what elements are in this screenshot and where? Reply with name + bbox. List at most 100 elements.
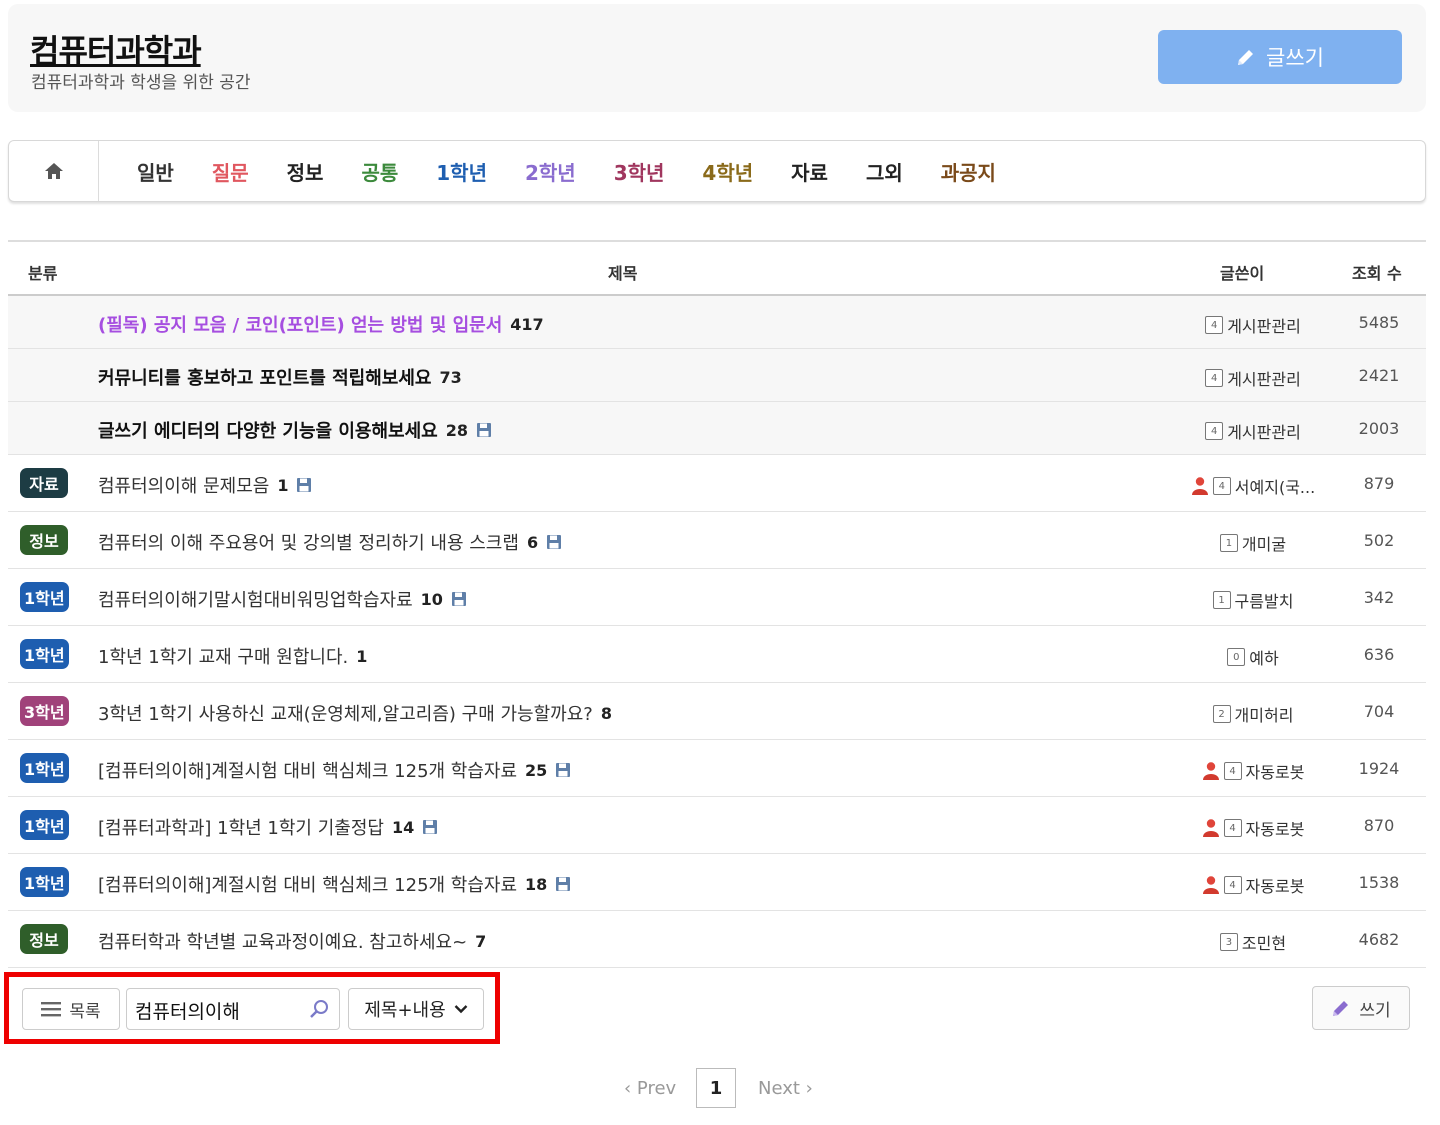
nav-tab[interactable]: 공통 <box>361 157 398 186</box>
table-row[interactable]: 자료 컴퓨터의이해 문제모음 1 4 서예지(국... 879 <box>8 455 1426 512</box>
post-title-link[interactable]: 컴퓨터의이해기말시험대비워밍업학습자료 10 <box>98 586 467 612</box>
post-title-link[interactable]: [컴퓨터과학과] 1학년 1학기 기출정답 14 <box>98 814 438 840</box>
post-title: 커뮤니티를 홍보하고 포인트를 적립해보세요 <box>98 368 432 389</box>
write-post-button[interactable]: 글쓰기 <box>1158 30 1402 84</box>
nav-tab[interactable]: 질문 <box>212 157 249 186</box>
next-page-link[interactable]: Next › <box>758 1078 813 1099</box>
comment-count: 10 <box>420 589 443 609</box>
search-scope-select[interactable]: 제목+내용 <box>348 988 484 1030</box>
category-badge[interactable]: 1학년 <box>20 753 69 783</box>
post-title-link[interactable]: [컴퓨터의이해]계절시험 대비 핵심체크 125개 학습자료 18 <box>98 871 571 897</box>
post-author[interactable]: 4 게시판관리 <box>1168 313 1338 337</box>
nav-tab[interactable]: 그외 <box>866 157 903 186</box>
category-badge[interactable]: 3학년 <box>20 696 69 726</box>
nav-tab[interactable]: 과공지 <box>941 157 996 186</box>
author-name: 자동로봇 <box>1245 820 1305 839</box>
post-author[interactable]: 2 개미허리 <box>1168 702 1338 726</box>
level-icon: 2 <box>1212 705 1231 723</box>
nav-tab[interactable]: 1학년 <box>436 157 487 186</box>
nav-tab[interactable]: 2학년 <box>525 157 576 186</box>
post-author[interactable]: 4 자동로봇 <box>1168 873 1338 897</box>
nav-home-button[interactable] <box>9 141 99 201</box>
category-badge[interactable]: 1학년 <box>20 582 69 612</box>
post-author[interactable]: 0 예하 <box>1168 645 1338 669</box>
post-title-link[interactable]: 글쓰기 에디터의 다양한 기능을 이용해보세요 28 <box>98 417 492 443</box>
post-author[interactable]: 4 서예지(국... <box>1168 474 1338 498</box>
post-title-link[interactable]: 1학년 1학기 교재 구매 원합니다. 1 <box>98 643 367 669</box>
post-title: 글쓰기 에디터의 다양한 기능을 이용해보세요 <box>98 421 438 442</box>
person-icon <box>1202 876 1219 894</box>
post-title-link[interactable]: 3학년 1학기 사용하신 교재(운영체제,알고리즘) 구매 가능할까요? 8 <box>98 700 612 726</box>
post-author[interactable]: 4 게시판관리 <box>1168 419 1338 443</box>
post-author[interactable]: 1 개미굴 <box>1168 531 1338 555</box>
nav-tab[interactable]: 일반 <box>137 157 174 186</box>
level-icon: 4 <box>1223 819 1242 837</box>
post-title-link[interactable]: (필독) 공지 모음 / 코인(포인트) 얻는 방법 및 입문서 417 <box>98 311 544 337</box>
comment-count: 25 <box>525 760 548 780</box>
post-author[interactable]: 3 조민현 <box>1168 930 1338 954</box>
comment-count: 1 <box>277 475 289 495</box>
page-number-current[interactable]: 1 <box>696 1068 736 1108</box>
level-icon: 1 <box>1219 534 1238 552</box>
view-count: 879 <box>1363 474 1395 493</box>
post-title: 컴퓨터학과 학년별 교육과정이예요. 참고하세요~ <box>98 932 468 953</box>
post-title: [컴퓨터과학과] 1학년 1학기 기출정답 <box>98 818 384 839</box>
nav-tab[interactable]: 정보 <box>287 157 324 186</box>
write-button[interactable]: 쓰기 <box>1312 986 1410 1030</box>
board-subtitle: 컴퓨터과학과 학생을 위한 공간 <box>31 73 251 93</box>
prev-page-link[interactable]: ‹ Prev <box>624 1078 676 1099</box>
list-button-label: 목록 <box>69 1001 101 1022</box>
pencil-icon <box>1238 50 1254 65</box>
header-category: 분류 <box>28 264 58 283</box>
post-author[interactable]: 4 자동로봇 <box>1168 816 1338 840</box>
notice-row[interactable]: 글쓰기 에디터의 다양한 기능을 이용해보세요 28 4 게시판관리 2003 <box>8 402 1426 455</box>
board-title[interactable]: 컴퓨터과학과 <box>30 26 202 72</box>
comment-count: 417 <box>510 314 544 334</box>
header-title: 제목 <box>608 264 638 283</box>
category-badge[interactable]: 1학년 <box>20 810 69 840</box>
table-row[interactable]: 1학년 [컴퓨터의이해]계절시험 대비 핵심체크 125개 학습자료 18 4 자동로봇… <box>8 854 1426 911</box>
post-author[interactable]: 4 자동로봇 <box>1168 759 1338 783</box>
notice-row[interactable]: 커뮤니티를 홍보하고 포인트를 적립해보세요 73 4 게시판관리 2421 <box>8 349 1426 402</box>
post-author[interactable]: 4 게시판관리 <box>1168 366 1338 390</box>
level-icon: 4 <box>1205 369 1224 387</box>
category-badge[interactable]: 1학년 <box>20 867 69 897</box>
category-badge[interactable]: 정보 <box>20 525 68 555</box>
post-title-link[interactable]: 커뮤니티를 홍보하고 포인트를 적립해보세요 73 <box>98 364 462 390</box>
post-title: 컴퓨터의이해 문제모음 <box>98 476 270 497</box>
level-icon: 4 <box>1212 477 1231 495</box>
search-scope-value: 제목+내용 <box>364 1000 446 1021</box>
search-icon[interactable] <box>309 999 329 1019</box>
category-tabs: 일반 질문 정보 공통 1학년 2학년 3학년 4학년 자료 그외 과공지 <box>99 157 1034 186</box>
list-button[interactable]: 목록 <box>22 988 120 1030</box>
post-title-link[interactable]: [컴퓨터의이해]계절시험 대비 핵심체크 125개 학습자료 25 <box>98 757 571 783</box>
table-row[interactable]: 1학년 컴퓨터의이해기말시험대비워밍업학습자료 10 1 구름발치 342 <box>8 569 1426 626</box>
table-row[interactable]: 정보 컴퓨터학과 학년별 교육과정이예요. 참고하세요~ 7 3 조민현 4682 <box>8 911 1426 968</box>
comment-count: 18 <box>525 874 548 894</box>
category-badge[interactable]: 1학년 <box>20 639 69 669</box>
post-title-link[interactable]: 컴퓨터학과 학년별 교육과정이예요. 참고하세요~ 7 <box>98 928 486 954</box>
table-row[interactable]: 1학년 [컴퓨터과학과] 1학년 1학기 기출정답 14 4 자동로봇 870 <box>8 797 1426 854</box>
author-name: 서예지(국... <box>1234 478 1316 497</box>
nav-tab[interactable]: 자료 <box>791 157 828 186</box>
author-name: 개미허리 <box>1234 706 1294 725</box>
view-count: 5485 <box>1358 313 1400 332</box>
nav-tab[interactable]: 4학년 <box>702 157 753 186</box>
post-title-link[interactable]: 컴퓨터의 이해 주요용어 및 강의별 정리하기 내용 스크랩 6 <box>98 529 562 555</box>
table-row[interactable]: 1학년 1학년 1학기 교재 구매 원합니다. 1 0 예하 636 <box>8 626 1426 683</box>
level-icon: 4 <box>1205 422 1224 440</box>
table-row[interactable]: 정보 컴퓨터의 이해 주요용어 및 강의별 정리하기 내용 스크랩 6 1 개미굴 502 <box>8 512 1426 569</box>
table-row[interactable]: 3학년 3학년 1학기 사용하신 교재(운영체제,알고리즘) 구매 가능할까요? 8… <box>8 683 1426 740</box>
nav-tab[interactable]: 3학년 <box>614 157 665 186</box>
view-count: 342 <box>1363 588 1395 607</box>
notice-row[interactable]: (필독) 공지 모음 / 코인(포인트) 얻는 방법 및 입문서 417 4 게시판관… <box>8 296 1426 349</box>
category-badge[interactable]: 정보 <box>20 924 68 954</box>
post-title: [컴퓨터의이해]계절시험 대비 핵심체크 125개 학습자료 <box>98 761 518 782</box>
post-title-link[interactable]: 컴퓨터의이해 문제모음 1 <box>98 472 312 498</box>
search-input[interactable] <box>135 997 303 1023</box>
table-row[interactable]: 1학년 [컴퓨터의이해]계절시험 대비 핵심체크 125개 학습자료 25 4 자동로봇… <box>8 740 1426 797</box>
category-badge[interactable]: 자료 <box>20 468 68 498</box>
post-author[interactable]: 1 구름발치 <box>1168 588 1338 612</box>
post-table: 분류 제목 글쓴이 조회 수 (필독) 공지 모음 / 코인(포인트) 얻는 방… <box>8 240 1426 968</box>
pencil-icon <box>1333 1001 1349 1016</box>
